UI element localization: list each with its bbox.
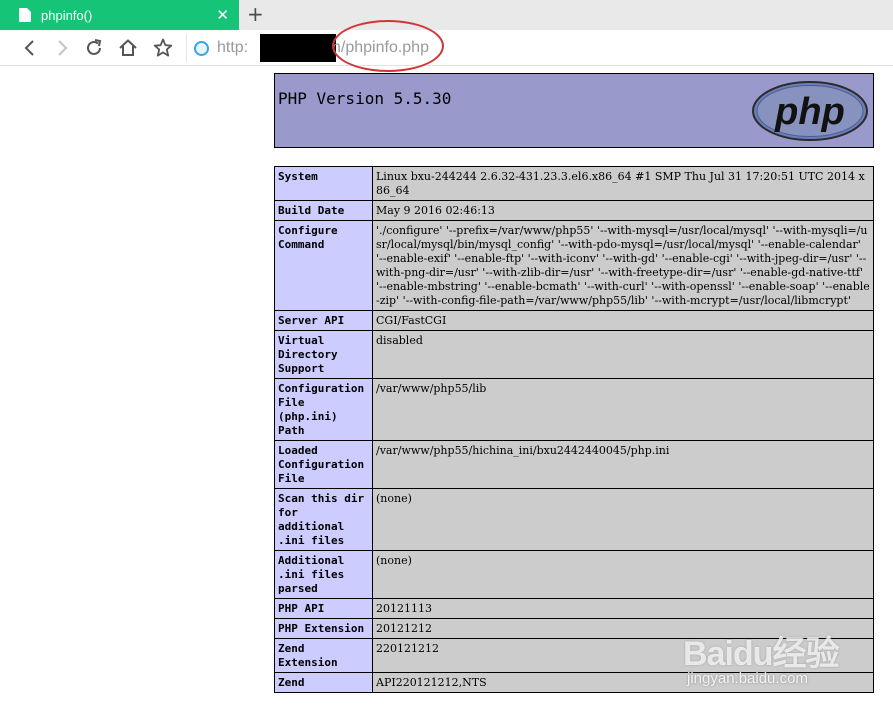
php-logo: php bbox=[752, 81, 868, 141]
svg-text:php: php bbox=[774, 91, 845, 133]
row-key: PHP API bbox=[274, 598, 373, 619]
table-row: Build Date May 9 2016 02:46:13 bbox=[274, 200, 874, 221]
site-info-icon[interactable] bbox=[194, 41, 209, 56]
table-row: Zend API220121212,NTS bbox=[274, 672, 874, 693]
row-value: API220121212,NTS bbox=[372, 672, 874, 693]
table-row: System Linux bxu-244244 2.6.32-431.23.3.e… bbox=[274, 166, 874, 201]
close-icon[interactable]: ✕ bbox=[216, 7, 229, 23]
row-key: Build Date bbox=[274, 200, 373, 221]
row-key: System bbox=[274, 166, 373, 201]
document-icon bbox=[19, 8, 31, 22]
table-row: PHP API 20121113 bbox=[274, 598, 874, 619]
browser-toolbar: http: n/phpinfo.php bbox=[0, 30, 893, 66]
table-row: Virtual Directory Support disabled bbox=[274, 330, 874, 379]
tab-title: phpinfo() bbox=[41, 7, 93, 23]
table-row: Scan this dir for additional .ini files(… bbox=[274, 488, 874, 551]
reload-icon[interactable] bbox=[83, 37, 105, 59]
row-key: Loaded Configuration File bbox=[274, 440, 373, 489]
row-value: CGI/FastCGI bbox=[372, 310, 874, 331]
redacted-domain bbox=[260, 34, 336, 62]
address-bar[interactable]: http: n/phpinfo.php bbox=[186, 34, 886, 62]
row-value: 20121113 bbox=[372, 598, 874, 619]
table-row: Loaded Configuration File/var/www/php55/… bbox=[274, 440, 874, 489]
row-key: Scan this dir for additional .ini files bbox=[274, 488, 373, 551]
row-value: (none) bbox=[372, 550, 874, 599]
home-icon[interactable] bbox=[117, 37, 139, 59]
tab-phpinfo[interactable]: phpinfo() ✕ bbox=[0, 0, 239, 30]
row-key: Zend bbox=[274, 672, 373, 693]
row-value: disabled bbox=[372, 330, 874, 379]
tab-strip: phpinfo() ✕ + bbox=[0, 0, 893, 30]
row-key: Configuration File (php.ini) Path bbox=[274, 378, 373, 441]
row-key: Zend Extension bbox=[274, 638, 373, 673]
row-value: /var/www/php55/lib bbox=[372, 378, 874, 441]
row-key: Configure Command bbox=[274, 220, 373, 311]
table-row: Additional .ini files parsed (none) bbox=[274, 550, 874, 599]
row-key: Additional .ini files parsed bbox=[274, 550, 373, 599]
forward-icon[interactable] bbox=[51, 37, 73, 59]
row-key: Virtual Directory Support bbox=[274, 330, 373, 379]
new-tab-button[interactable]: + bbox=[247, 4, 264, 24]
row-key: Server API bbox=[274, 310, 373, 331]
table-row: Server API CGI/FastCGI bbox=[274, 310, 874, 331]
php-info-table: System Linux bxu-244244 2.6.32-431.23.3.e… bbox=[274, 166, 874, 693]
annotation-ellipse bbox=[332, 20, 444, 72]
php-version-header: PHP Version 5.5.30 php bbox=[274, 73, 874, 148]
url-scheme: http: bbox=[217, 39, 249, 56]
table-row: PHP Extension 20121212 bbox=[274, 618, 874, 639]
page-title: PHP Version 5.5.30 bbox=[278, 89, 452, 108]
back-icon[interactable] bbox=[19, 37, 41, 59]
row-value: 220121212 bbox=[372, 638, 874, 673]
row-value: 20121212 bbox=[372, 618, 874, 639]
table-row: Configuration File (php.ini) Path/var/ww… bbox=[274, 378, 874, 441]
row-key: PHP Extension bbox=[274, 618, 373, 639]
row-value: May 9 2016 02:46:13 bbox=[372, 200, 874, 221]
table-row: Configure Command './configure' '--prefix… bbox=[274, 220, 874, 311]
row-value: /var/www/php55/hichina_ini/bxu2442440045… bbox=[372, 440, 874, 489]
row-value: Linux bxu-244244 2.6.32-431.23.3.el6.x86… bbox=[372, 166, 874, 201]
bookmark-star-icon[interactable] bbox=[152, 37, 174, 59]
row-value: './configure' '--prefix=/var/www/php55' … bbox=[372, 220, 874, 311]
table-row: Zend Extension 220121212 bbox=[274, 638, 874, 673]
row-value: (none) bbox=[372, 488, 874, 551]
